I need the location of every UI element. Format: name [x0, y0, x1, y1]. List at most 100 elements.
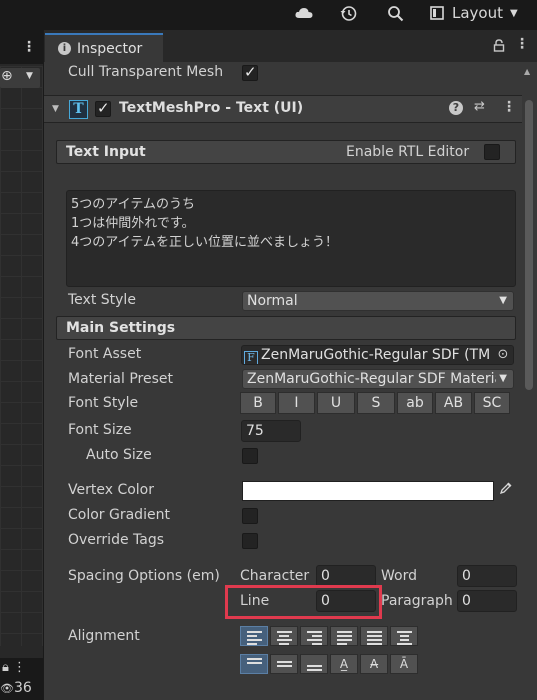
hierarchy-footer: 🔒︎ ⋮ 👁︎36: [0, 658, 43, 700]
font-style-bold-button[interactable]: B: [240, 392, 276, 414]
cull-transparent-mesh-label: Cull Transparent Mesh: [68, 64, 224, 80]
auto-size-checkbox[interactable]: [242, 448, 258, 464]
gizmo-toggle[interactable]: ⊕ ▼: [0, 68, 40, 88]
align-midline-icon[interactable]: A̶: [360, 654, 388, 674]
font-style-underline-button[interactable]: U: [317, 392, 355, 414]
font-size-label: Font Size: [68, 422, 132, 438]
paragraph-spacing-field[interactable]: 0: [457, 590, 517, 612]
eyedropper-icon[interactable]: [496, 481, 516, 501]
font-style-strikethrough-button[interactable]: S: [357, 392, 395, 414]
material-preset-label: Material Preset: [68, 371, 173, 387]
top-toolbar: Layout ▼: [0, 0, 537, 30]
more-options-icon[interactable]: ⋮: [515, 36, 529, 52]
inspector-tab-bar: i Inspector ⋮: [44, 30, 537, 62]
font-style-lowercase-button[interactable]: ab: [397, 392, 433, 414]
align-top-icon[interactable]: [240, 654, 268, 674]
paragraph-spacing-label: Paragraph: [381, 593, 453, 609]
word-spacing-field[interactable]: 0: [457, 565, 517, 587]
tab-inspector-label: Inspector: [77, 40, 143, 57]
tab-tools: ⋮: [493, 36, 529, 52]
cloud-icon[interactable]: [295, 0, 313, 26]
align-capline-icon[interactable]: Ā: [390, 654, 418, 674]
text-input-section-header[interactable]: Text Input Enable RTL Editor: [56, 140, 516, 164]
font-style-smallcaps-button[interactable]: SC: [474, 392, 510, 414]
scrollbar-thumb[interactable]: [525, 100, 533, 390]
align-baseline-icon[interactable]: A̲: [330, 654, 358, 674]
align-right-icon[interactable]: [300, 626, 328, 646]
material-preset-value: ZenMaruGothic-Regular SDF Material: [247, 371, 507, 387]
override-tags-label: Override Tags: [68, 532, 165, 548]
character-spacing-label: Character: [240, 568, 310, 584]
vertex-color-label: Vertex Color: [68, 482, 155, 498]
text-style-value: Normal: [247, 293, 298, 309]
component-title: TextMeshPro - Text (UI): [119, 100, 304, 116]
font-size-field[interactable]: 75: [241, 420, 301, 442]
vertex-color-field[interactable]: [242, 481, 494, 501]
font-asset-value: ZenMaruGothic-Regular SDF (TM: [261, 347, 491, 363]
font-asset-icon: F: [244, 351, 258, 364]
character-spacing-field[interactable]: 0: [316, 565, 376, 587]
text-input-line: 5つのアイテムのうち: [71, 197, 195, 212]
globe-icon: ⊕: [1, 68, 13, 84]
chevron-down-icon: ▼: [26, 71, 33, 81]
text-input-section-label: Text Input: [66, 144, 146, 160]
align-flush-icon[interactable]: [360, 626, 388, 646]
component-header[interactable]: ▼ T TextMeshPro - Text (UI) ? ⇄ ⋮: [44, 95, 528, 123]
tab-inspector[interactable]: i Inspector: [45, 33, 163, 62]
layout-icon: [430, 6, 444, 20]
align-middle-icon[interactable]: [270, 654, 298, 674]
font-style-uppercase-button[interactable]: AB: [435, 392, 472, 414]
text-input-line: 4つのアイテムを正しい位置に並べましょう！: [71, 235, 338, 250]
chevron-down-icon: ▼: [499, 295, 507, 306]
color-gradient-label: Color Gradient: [68, 507, 170, 523]
preset-icon[interactable]: ⇄: [474, 99, 485, 114]
scroll-up-icon[interactable]: ▲: [524, 67, 530, 76]
align-bottom-icon[interactable]: [300, 654, 328, 674]
scene-view-strip: ⋮ ⊕ ▼ 🔒︎ ⋮ 👁︎36: [0, 30, 44, 700]
lock-icon[interactable]: [493, 39, 505, 52]
enable-rtl-checkbox[interactable]: [484, 144, 500, 160]
align-geometry-center-icon[interactable]: [390, 626, 418, 646]
material-preset-dropdown[interactable]: ZenMaruGothic-Regular SDF Material ▼: [242, 369, 514, 389]
main-settings-section-label: Main Settings: [66, 320, 176, 336]
search-icon[interactable]: [387, 0, 404, 26]
text-input-area[interactable]: 5つのアイテムのうち 1つは仲間外れです。 4つのアイテムを正しい位置に並べまし…: [66, 190, 516, 287]
cull-transparent-mesh-checkbox[interactable]: [242, 63, 258, 81]
textmeshpro-icon: T: [69, 100, 88, 119]
vertical-alignment-buttons: A̲ A̶ Ā: [240, 654, 420, 674]
auto-size-label: Auto Size: [86, 447, 152, 463]
font-style-italic-button[interactable]: I: [278, 392, 315, 414]
layout-label: Layout: [452, 4, 503, 22]
history-icon[interactable]: [340, 0, 357, 26]
foldout-arrow-icon[interactable]: ▼: [52, 104, 59, 114]
spacing-options-label: Spacing Options (em): [68, 568, 220, 584]
align-justified-icon[interactable]: [330, 626, 358, 646]
font-style-label: Font Style: [68, 395, 139, 411]
line-spacing-highlight: [225, 585, 382, 619]
info-icon: i: [58, 42, 71, 55]
eye-icon: 👁︎: [0, 682, 14, 695]
main-settings-section-header[interactable]: Main Settings: [56, 316, 516, 340]
text-input-line: 1つは仲間外れです。: [71, 216, 195, 231]
font-asset-field[interactable]: F ZenMaruGothic-Regular SDF (TM ⊙: [241, 345, 514, 365]
align-left-icon[interactable]: [240, 626, 268, 646]
inspector-scrollbar[interactable]: ▲: [522, 65, 536, 700]
object-picker-icon[interactable]: ⊙: [493, 346, 513, 364]
more-options-icon[interactable]: ⋮: [502, 99, 516, 115]
visible-count: 👁︎36: [0, 680, 32, 696]
horizontal-alignment-buttons: [240, 626, 420, 646]
lock-icon[interactable]: 🔒︎ ⋮: [2, 660, 26, 675]
font-asset-label: Font Asset: [68, 346, 142, 362]
scene-grid: [0, 66, 43, 646]
word-spacing-label: Word: [381, 568, 417, 584]
layout-dropdown[interactable]: Layout ▼: [430, 0, 518, 26]
color-gradient-checkbox[interactable]: [242, 508, 258, 524]
component-enabled-checkbox[interactable]: [95, 99, 111, 117]
help-icon[interactable]: ?: [449, 101, 463, 115]
inspector-panel: i Inspector ⋮ Cull Transparent Mesh ▼ T …: [44, 30, 537, 700]
override-tags-checkbox[interactable]: [242, 533, 258, 549]
align-center-icon[interactable]: [270, 626, 298, 646]
text-style-dropdown[interactable]: Normal ▼: [242, 291, 514, 311]
more-options-icon[interactable]: ⋮: [22, 39, 36, 55]
chevron-down-icon: ▼: [496, 370, 507, 388]
